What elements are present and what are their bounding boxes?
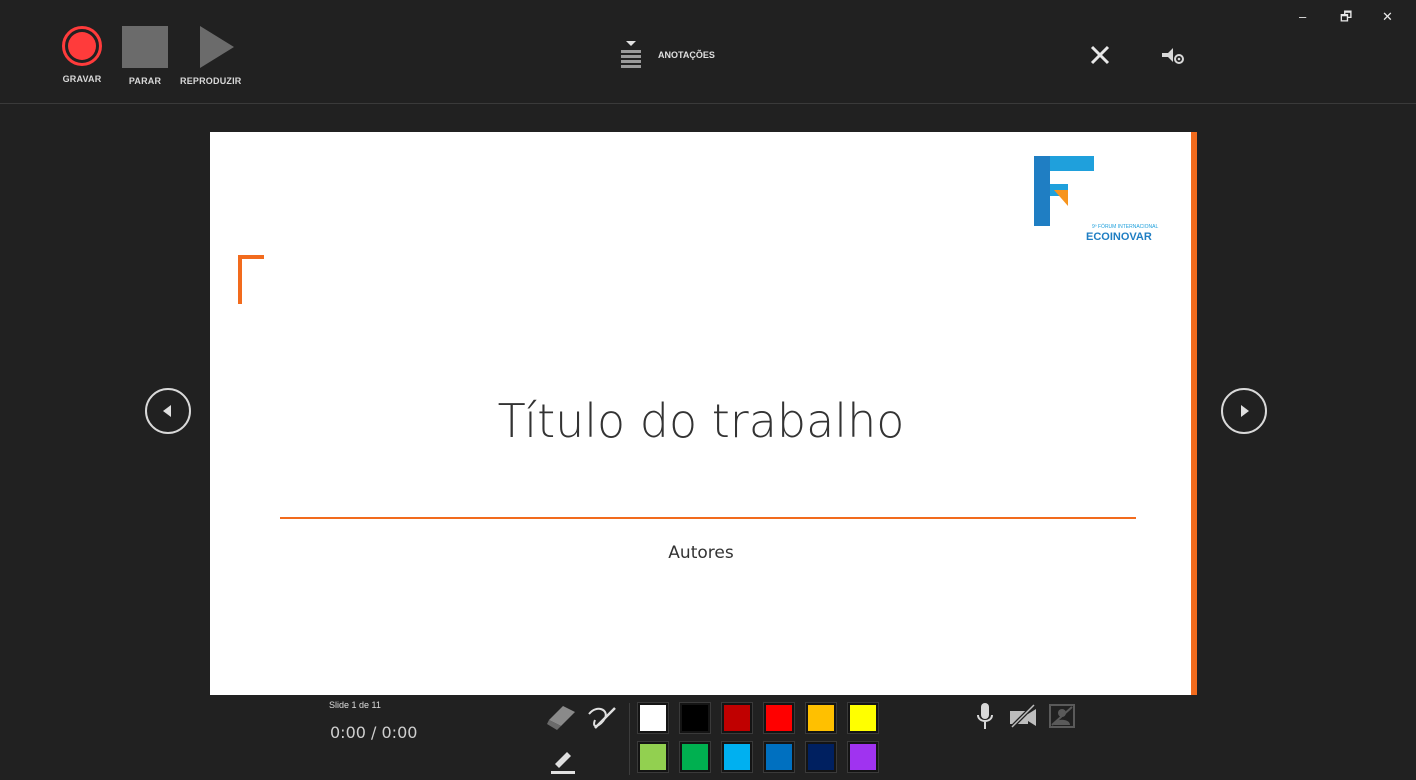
- record-label: GRAVAR: [62, 74, 102, 84]
- palette-divider: [629, 703, 630, 775]
- minimize-button[interactable]: –: [1299, 10, 1306, 23]
- prev-slide-icon: [163, 405, 171, 417]
- color-swatch-red[interactable]: [763, 702, 795, 734]
- slide-accent-edge: [1191, 132, 1197, 695]
- logo-mark-icon: [1034, 156, 1094, 226]
- notes-label: ANOTAÇÕES: [658, 50, 715, 60]
- stop-label: PARAR: [128, 76, 162, 86]
- window-close-button[interactable]: ✕: [1382, 10, 1393, 23]
- slide-subtitle: Autores: [668, 543, 734, 563]
- record-icon: [62, 26, 102, 66]
- notes-icon: [621, 41, 641, 68]
- camera-off-icon[interactable]: [1008, 703, 1038, 729]
- color-swatch-dark-blue[interactable]: [805, 741, 837, 773]
- pen-icon[interactable]: [588, 707, 616, 729]
- stop-button[interactable]: PARAR: [122, 26, 168, 86]
- color-swatch-orange[interactable]: [805, 702, 837, 734]
- highlighter-icon[interactable]: [551, 752, 575, 774]
- pen-tools: [547, 706, 616, 774]
- slide-preview[interactable]: 9º FÓRUM INTERNACIONAL ECOINOVAR Título …: [210, 132, 1192, 695]
- prev-slide-button[interactable]: [145, 388, 191, 434]
- color-swatch-green[interactable]: [679, 741, 711, 773]
- stop-icon: [122, 26, 168, 68]
- eraser-icon[interactable]: [547, 706, 575, 730]
- next-slide-icon: [1241, 405, 1249, 417]
- color-swatch-white[interactable]: [637, 702, 669, 734]
- play-button[interactable]: REPRODUZIR: [180, 26, 242, 86]
- restore-button[interactable]: 🗗: [1340, 10, 1352, 23]
- timer: 0:00 / 0:00: [330, 723, 418, 742]
- settings-icon[interactable]: [1160, 44, 1186, 66]
- title-rule: [280, 517, 1136, 519]
- color-swatch-dark-red[interactable]: [721, 702, 753, 734]
- microphone-icon[interactable]: [976, 703, 994, 731]
- camera-preview-off-icon[interactable]: [1048, 703, 1076, 729]
- play-icon: [199, 26, 234, 68]
- color-swatch-black[interactable]: [679, 702, 711, 734]
- color-swatch-yellow[interactable]: [847, 702, 879, 734]
- color-swatch-purple[interactable]: [847, 741, 879, 773]
- toolbar-divider: [0, 103, 1416, 104]
- recording-toolbar: GRAVAR PARAR REPRODUZIR ANOTAÇÕES – 🗗 ✕: [0, 0, 1416, 103]
- ecoinovar-logo: 9º FÓRUM INTERNACIONAL ECOINOVAR: [1034, 156, 1174, 256]
- play-label: REPRODUZIR: [180, 76, 242, 86]
- logo-name: ECOINOVAR: [1086, 231, 1152, 243]
- record-button[interactable]: GRAVAR: [62, 26, 102, 84]
- slide-title: Título do trabalho: [497, 394, 905, 448]
- notes-button[interactable]: ANOTAÇÕES: [620, 41, 715, 69]
- slide-corner-decoration: [238, 255, 264, 304]
- slide-counter: Slide 1 de 11: [329, 700, 381, 710]
- logo-caption: 9º FÓRUM INTERNACIONAL: [1092, 224, 1159, 230]
- next-slide-button[interactable]: [1221, 388, 1267, 434]
- color-swatch-light-blue[interactable]: [721, 741, 753, 773]
- color-swatch-light-green[interactable]: [637, 741, 669, 773]
- color-swatch-blue[interactable]: [763, 741, 795, 773]
- close-icon[interactable]: [1090, 45, 1110, 65]
